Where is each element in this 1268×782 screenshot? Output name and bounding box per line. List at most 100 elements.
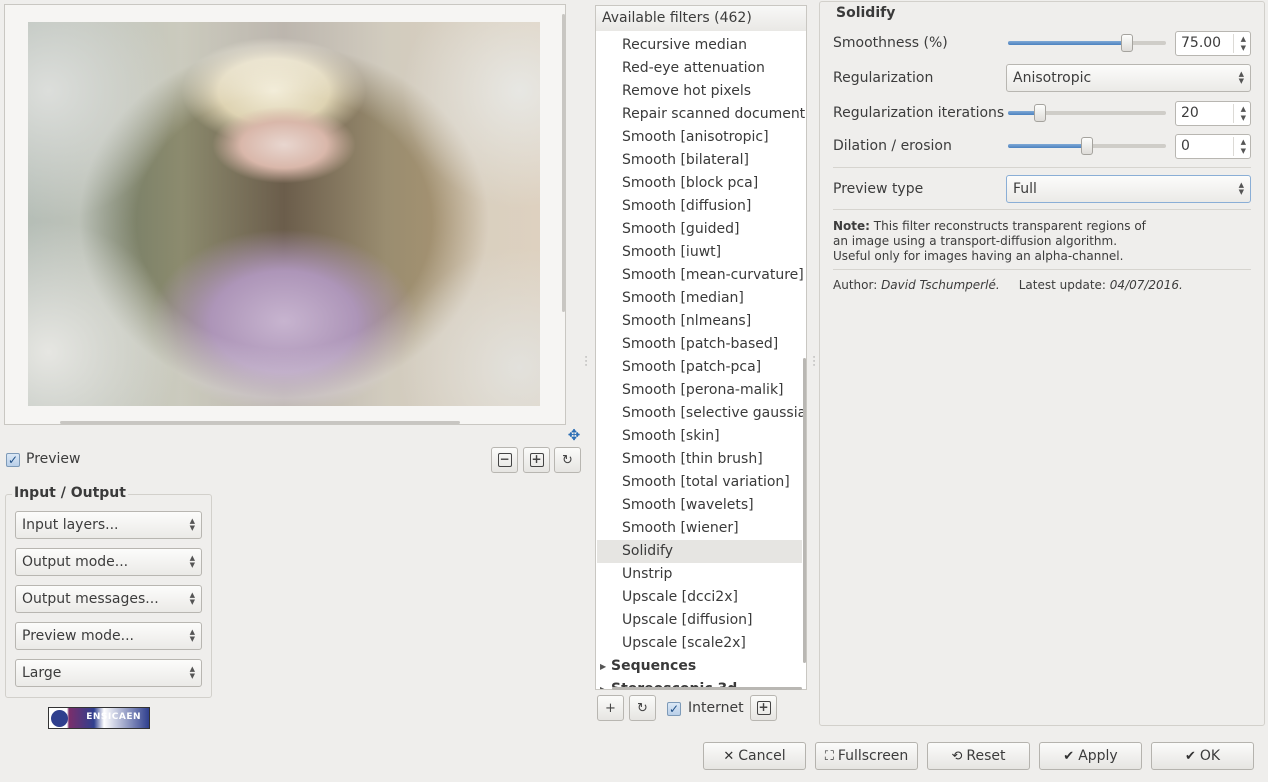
filter-item[interactable]: Smooth [mean-curvature] [622, 264, 804, 287]
filter-item[interactable]: Smooth [thin brush] [622, 448, 763, 471]
preview-mode-select[interactable]: Preview mode... ▲ ▼ [15, 622, 202, 650]
dilation-slider[interactable] [1008, 137, 1166, 155]
output-messages-select[interactable]: Output messages... ▲ ▼ [15, 585, 202, 613]
filters-header[interactable]: Available filters (462) [595, 5, 807, 32]
filter-note: Note: This filter reconstructs transpare… [833, 219, 1153, 264]
smoothness-value: 75.00 [1181, 35, 1222, 51]
spin-down-icon[interactable]: ▼ [1241, 115, 1246, 122]
left-splitter-handle[interactable]: · · · [584, 354, 588, 371]
filter-item[interactable]: Smooth [nlmeans] [622, 310, 751, 333]
dilation-label: Dilation / erosion [833, 138, 952, 154]
preview-size-value: Large [22, 665, 62, 681]
output-messages-value: Output messages... [22, 591, 159, 607]
regularization-select[interactable]: Anisotropic ▲ ▼ [1006, 64, 1251, 92]
filter-item[interactable]: Red-eye attenuation [622, 57, 765, 80]
spin-down-icon[interactable]: ▼ [1241, 148, 1246, 155]
filter-item[interactable]: Smooth [anisotropic] [622, 126, 769, 149]
zoom-in-button[interactable]: + [523, 447, 550, 473]
preview-checkbox-label[interactable]: Preview [26, 451, 81, 467]
filters-horizontal-scrollbar[interactable] [612, 687, 802, 690]
category-sequences[interactable]: Sequences [611, 655, 696, 678]
reset-icon: ⟲ [951, 748, 963, 764]
filter-item[interactable]: Unstrip [622, 563, 672, 586]
internet-checkbox-label[interactable]: Internet [688, 700, 744, 716]
cancel-button[interactable]: ✕ Cancel [703, 742, 806, 770]
filter-item[interactable]: Smooth [guided] [622, 218, 739, 241]
dilation-spinbox[interactable]: 0 ▲ ▼ [1175, 134, 1251, 159]
reset-button[interactable]: ⟲ Reset [927, 742, 1030, 770]
preview-size-select[interactable]: Large ▲ ▼ [15, 659, 202, 687]
right-splitter-handle[interactable]: · · · [812, 354, 816, 371]
output-mode-select[interactable]: Output mode... ▲ ▼ [15, 548, 202, 576]
refresh-filters-button[interactable]: ↻ [629, 695, 656, 721]
spin-up-icon[interactable]: ▲ [1241, 36, 1246, 43]
author-name: David Tschumperlé. [881, 278, 1000, 292]
spin-up-icon[interactable]: ▲ [1241, 139, 1246, 146]
filter-item[interactable]: Smooth [block pca] [622, 172, 758, 195]
zoom-out-button[interactable]: − [491, 447, 518, 473]
refresh-icon: ↻ [637, 700, 648, 716]
add-favorite-button[interactable]: + [597, 695, 624, 721]
filter-item[interactable]: Smooth [wiener] [622, 517, 739, 540]
filter-item[interactable]: Upscale [diffusion] [622, 609, 753, 632]
filter-item[interactable]: Smooth [perona-malik] [622, 379, 784, 402]
filter-item[interactable]: Smooth [patch-pca] [622, 356, 761, 379]
apply-button[interactable]: ✔ Apply [1039, 742, 1142, 770]
plus-icon: + [605, 700, 616, 716]
internet-checkbox[interactable]: ✓ [667, 702, 681, 716]
filters-vertical-scrollbar[interactable] [803, 358, 806, 663]
filter-item[interactable]: Repair scanned document [622, 103, 805, 126]
zoom-in-icon: + [529, 452, 544, 467]
ok-button[interactable]: ✔ OK [1151, 742, 1254, 770]
expand-triangle-icon[interactable]: ▶ [600, 662, 606, 671]
iterations-slider[interactable] [1008, 104, 1166, 122]
fullscreen-button[interactable]: ⛶ Fullscreen [815, 742, 918, 770]
expand-triangle-icon[interactable]: ▶ [600, 685, 606, 689]
slider-fill [1008, 41, 1127, 45]
update-date: 04/07/2016. [1109, 278, 1183, 292]
preview-vertical-scrollbar[interactable] [562, 14, 565, 312]
smoothness-spinbox[interactable]: 75.00 ▲ ▼ [1175, 31, 1251, 56]
input-layers-select[interactable]: Input layers... ▲ ▼ [15, 511, 202, 539]
expand-all-button[interactable]: + [750, 695, 777, 721]
spin-up-icon[interactable]: ▲ [1241, 106, 1246, 113]
spin-down-icon[interactable]: ▼ [1241, 45, 1246, 52]
slider-handle[interactable] [1120, 34, 1133, 52]
spin-separator [1233, 104, 1234, 123]
filter-item[interactable]: Remove hot pixels [622, 80, 751, 103]
author-label: Author: [833, 278, 878, 292]
filter-item[interactable]: Smooth [iuwt] [622, 241, 721, 264]
filter-item[interactable]: Upscale [scale2x] [622, 632, 746, 655]
filter-item[interactable]: Smooth [wavelets] [622, 494, 754, 517]
filter-item[interactable]: Smooth [total variation] [622, 471, 790, 494]
preview-type-select[interactable]: Full ▲ ▼ [1006, 175, 1251, 203]
filter-settings-title: Solidify [832, 5, 900, 21]
smoothness-slider[interactable] [1008, 34, 1166, 52]
close-icon: ✕ [723, 748, 735, 764]
input-layers-value: Input layers... [22, 517, 119, 533]
spin-separator [1233, 34, 1234, 53]
separator [833, 209, 1251, 210]
preview-horizontal-scrollbar[interactable] [60, 421, 460, 424]
spin-separator [1233, 137, 1234, 156]
zoom-reset-button[interactable]: ↻ [554, 447, 581, 473]
filter-item[interactable]: Smooth [bilateral] [622, 149, 749, 172]
filter-item[interactable]: Recursive median [622, 34, 747, 57]
iterations-spinbox[interactable]: 20 ▲ ▼ [1175, 101, 1251, 126]
preview-checkbox[interactable]: ✓ [6, 453, 20, 467]
move-icon[interactable]: ✥ [566, 427, 582, 443]
slider-handle[interactable] [1033, 104, 1046, 122]
updown-arrows-icon: ▲ ▼ [189, 554, 195, 569]
filter-item[interactable]: Smooth [patch-based] [622, 333, 778, 356]
gmic-logo[interactable]: ENSICAEN [48, 707, 150, 729]
preview-image[interactable] [28, 22, 540, 406]
filters-tree[interactable]: Recursive median Red-eye attenuation Rem… [595, 31, 807, 690]
filter-item[interactable]: Smooth [diffusion] [622, 195, 751, 218]
filter-item[interactable]: Upscale [dcci2x] [622, 586, 738, 609]
updown-arrows-icon: ▲ ▼ [189, 665, 195, 680]
filter-item[interactable]: Smooth [skin] [622, 425, 720, 448]
filter-item[interactable]: Smooth [selective gaussian [622, 402, 806, 425]
slider-handle[interactable] [1081, 137, 1093, 155]
filter-item-selected[interactable]: Solidify [622, 540, 673, 563]
filter-item[interactable]: Smooth [median] [622, 287, 744, 310]
